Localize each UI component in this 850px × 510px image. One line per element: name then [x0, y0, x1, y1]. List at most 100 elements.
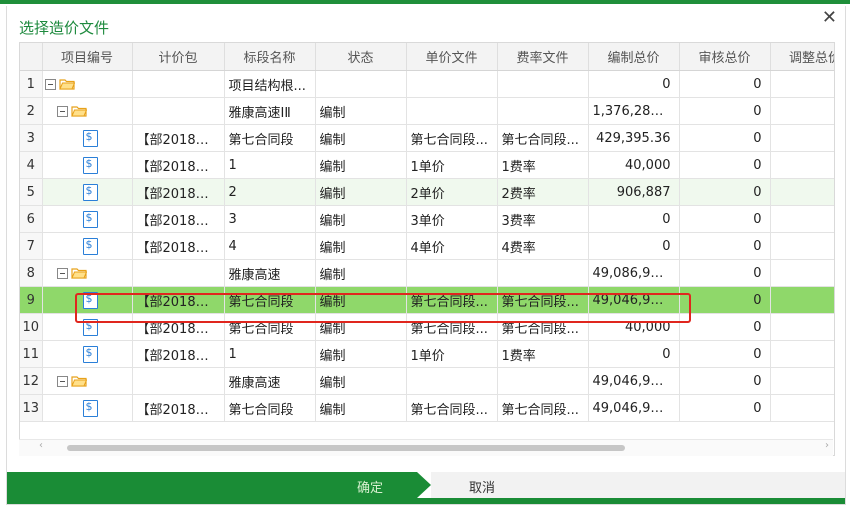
package-cell[interactable]: 【部2018清】 — [132, 313, 225, 341]
adjusted-price-cell[interactable] — [770, 70, 834, 98]
rate-file-cell[interactable]: 3费率 — [497, 205, 589, 233]
status-cell[interactable]: 编制 — [315, 394, 407, 422]
total-price-cell[interactable]: 0 — [588, 205, 680, 233]
section-name-cell[interactable]: 1 — [224, 151, 316, 179]
project-code-cell[interactable] — [42, 124, 133, 152]
package-cell[interactable] — [132, 97, 225, 125]
project-code-cell[interactable] — [42, 70, 133, 98]
package-cell[interactable] — [132, 367, 225, 395]
status-cell[interactable]: 编制 — [315, 286, 407, 314]
audit-price-cell[interactable]: 0 — [679, 259, 771, 287]
confirm-button[interactable]: 确定 — [7, 472, 431, 498]
column-header[interactable]: 费率文件 — [497, 43, 589, 71]
rate-file-cell[interactable] — [497, 259, 589, 287]
audit-price-cell[interactable]: 0 — [679, 367, 771, 395]
column-header[interactable]: 计价包 — [132, 43, 225, 71]
audit-price-cell[interactable]: 0 — [679, 70, 771, 98]
rate-file-cell[interactable]: 2费率 — [497, 178, 589, 206]
total-price-cell[interactable]: 49,046,985.... — [588, 394, 680, 422]
section-name-cell[interactable]: 第七合同段 — [224, 124, 316, 152]
total-price-cell[interactable]: 40,000 — [588, 313, 680, 341]
price-file-cell[interactable]: 第七合同段... — [406, 394, 498, 422]
project-code-cell[interactable] — [42, 367, 133, 395]
project-code-cell[interactable] — [42, 178, 133, 206]
total-price-cell[interactable]: 49,046,985.... — [588, 286, 680, 314]
table-row[interactable]: 12 雅康高速 编制 49,046,985.... 0 — [20, 367, 834, 395]
section-name-cell[interactable]: 4 — [224, 232, 316, 260]
status-cell[interactable]: 编制 — [315, 124, 407, 152]
project-code-cell[interactable] — [42, 97, 133, 125]
collapse-icon[interactable] — [56, 375, 68, 387]
close-icon[interactable]: ✕ — [822, 9, 837, 27]
adjusted-price-cell[interactable] — [770, 178, 834, 206]
table-row[interactable]: 13【部2018清】第七合同段编制第七合同段...第七合同段...49,046,… — [20, 394, 834, 422]
table-row[interactable]: 7【部2018清】4编制4单价4费率00 — [20, 232, 834, 260]
price-file-cell[interactable]: 1单价 — [406, 340, 498, 368]
section-name-cell[interactable]: 雅康高速ⅠⅡ — [224, 97, 316, 125]
section-name-cell[interactable]: 雅康高速 — [224, 367, 316, 395]
table-row[interactable]: 8 雅康高速 编制 49,086,985.... 0 — [20, 259, 834, 287]
project-code-cell[interactable] — [42, 259, 133, 287]
package-cell[interactable]: 【部2018清】 — [132, 178, 225, 206]
rate-file-cell[interactable]: 1费率 — [497, 151, 589, 179]
column-header[interactable]: 标段名称 — [224, 43, 316, 71]
price-file-cell[interactable]: 4单价 — [406, 232, 498, 260]
adjusted-price-cell[interactable] — [770, 124, 834, 152]
audit-price-cell[interactable]: 0 — [679, 394, 771, 422]
column-header[interactable]: 调整总价 — [770, 43, 834, 71]
section-name-cell[interactable]: 第七合同段 — [224, 313, 316, 341]
table-row[interactable]: 4 【部2018清】1编制1单价1费率40,0000 — [20, 151, 834, 179]
price-file-cell[interactable]: 2单价 — [406, 178, 498, 206]
price-file-cell[interactable] — [406, 97, 498, 125]
price-file-cell[interactable]: 第七合同段... — [406, 286, 498, 314]
section-name-cell[interactable]: 3 — [224, 205, 316, 233]
price-file-cell[interactable]: 3单价 — [406, 205, 498, 233]
status-cell[interactable] — [315, 70, 407, 98]
status-cell[interactable]: 编制 — [315, 178, 407, 206]
rate-file-cell[interactable] — [497, 367, 589, 395]
rate-file-cell[interactable]: 第七合同段... — [497, 313, 589, 341]
audit-price-cell[interactable]: 0 — [679, 232, 771, 260]
audit-price-cell[interactable]: 0 — [679, 340, 771, 368]
status-cell[interactable]: 编制 — [315, 151, 407, 179]
price-file-cell[interactable] — [406, 70, 498, 98]
section-name-cell[interactable]: 项目结构根... — [224, 70, 316, 98]
adjusted-price-cell[interactable] — [770, 151, 834, 179]
project-code-cell[interactable] — [42, 232, 133, 260]
collapse-icon[interactable] — [56, 267, 68, 279]
total-price-cell[interactable]: 49,086,985.... — [588, 259, 680, 287]
project-code-cell[interactable] — [42, 394, 133, 422]
adjusted-price-cell[interactable] — [770, 313, 834, 341]
column-header[interactable]: 编制总价 — [588, 43, 680, 71]
rate-file-cell[interactable] — [497, 97, 589, 125]
table-row[interactable]: 5 【部2018清】2编制2单价2费率906,8870 — [20, 178, 834, 206]
status-cell[interactable]: 编制 — [315, 205, 407, 233]
total-price-cell[interactable]: 1,376,282.36 — [588, 97, 680, 125]
project-code-cell[interactable] — [42, 205, 133, 233]
rate-file-cell[interactable]: 第七合同段... — [497, 286, 589, 314]
project-code-cell[interactable] — [42, 151, 133, 179]
audit-price-cell[interactable]: 0 — [679, 286, 771, 314]
section-name-cell[interactable]: 1 — [224, 340, 316, 368]
package-cell[interactable]: 【部2018清】 — [132, 151, 225, 179]
table-row[interactable]: 9【部2018清】第七合同段编制第七合同段...第七合同段...49,046,9… — [20, 286, 834, 314]
total-price-cell[interactable]: 49,046,985.... — [588, 367, 680, 395]
adjusted-price-cell[interactable] — [770, 394, 834, 422]
total-price-cell[interactable]: 0 — [588, 70, 680, 98]
section-name-cell[interactable]: 第七合同段 — [224, 286, 316, 314]
table-row[interactable]: 1 项目结构根... 0 0 — [20, 70, 834, 98]
table-row[interactable]: 10【部2018清】第七合同段编制第七合同段...第七合同段...40,0000 — [20, 313, 834, 341]
rate-file-cell[interactable] — [497, 70, 589, 98]
total-price-cell[interactable]: 906,887 — [588, 178, 680, 206]
package-cell[interactable]: 【部2018清】 — [132, 340, 225, 368]
price-file-cell[interactable]: 第七合同段... — [406, 313, 498, 341]
section-name-cell[interactable]: 第七合同段 — [224, 394, 316, 422]
price-file-cell[interactable] — [406, 367, 498, 395]
table-row[interactable]: 11【部2018清】1编制1单价1费率00 — [20, 340, 834, 368]
collapse-icon[interactable] — [56, 105, 68, 117]
rate-file-cell[interactable]: 4费率 — [497, 232, 589, 260]
package-cell[interactable]: 【部2018清】 — [132, 394, 225, 422]
audit-price-cell[interactable]: 0 — [679, 97, 771, 125]
total-price-cell[interactable]: 0 — [588, 232, 680, 260]
price-file-cell[interactable]: 1单价 — [406, 151, 498, 179]
